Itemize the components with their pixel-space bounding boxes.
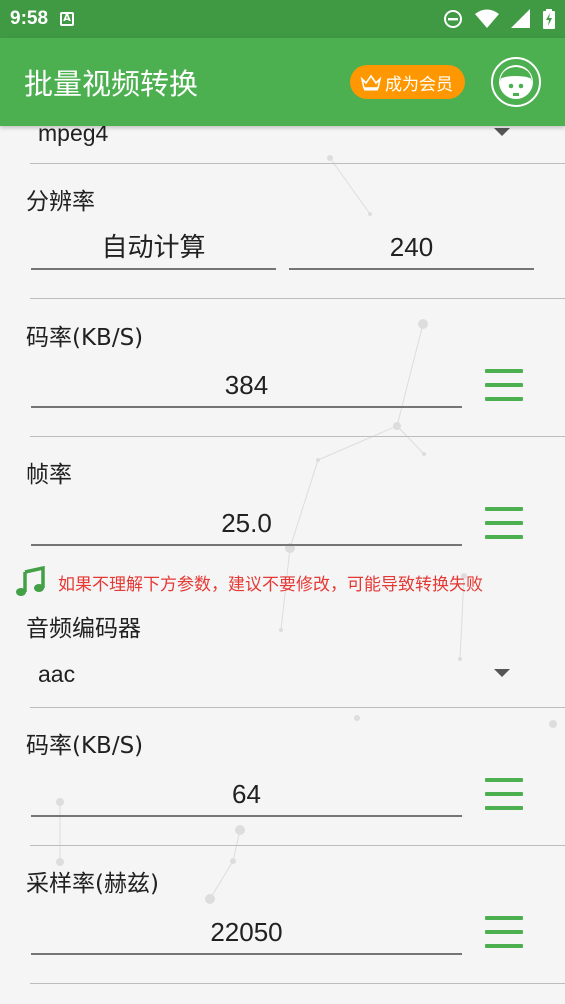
battery-charging-icon xyxy=(543,9,555,29)
video-bitrate-label: 码率(KB/S) xyxy=(26,325,144,351)
resolution-label: 分辨率 xyxy=(26,189,95,215)
warning-text: 如果不理解下方参数，建议不要修改，可能导致转换失败 xyxy=(58,574,483,595)
audio-codec-dropdown-icon[interactable] xyxy=(494,669,510,677)
audio-bitrate-label: 码率(KB/S) xyxy=(26,733,144,759)
signal-icon xyxy=(511,9,530,28)
divider xyxy=(30,436,565,437)
audio-codec-value[interactable]: aac xyxy=(38,661,75,688)
resolution-height-input[interactable]: 240 xyxy=(289,228,534,270)
resolution-width-input[interactable]: 自动计算 xyxy=(31,228,276,270)
settings-content[interactable]: mpeg4 分辨率 自动计算 240 码率(KB/S) 384 帧率 25.0 … xyxy=(0,126,565,1004)
status-time: 9:58 xyxy=(10,8,49,29)
framerate-input[interactable]: 25.0 xyxy=(31,504,462,546)
audio-codec-label: 音频编码器 xyxy=(26,616,141,642)
crown-icon xyxy=(360,74,382,91)
user-face-icon xyxy=(499,65,533,99)
samplerate-input[interactable]: 22050 xyxy=(31,913,462,955)
divider xyxy=(30,298,565,299)
video-bitrate-input[interactable]: 384 xyxy=(31,366,462,408)
wifi-icon xyxy=(475,9,499,28)
audio-bitrate-menu-icon[interactable] xyxy=(485,778,523,810)
text-notification-icon: A xyxy=(60,12,75,26)
framerate-label: 帧率 xyxy=(26,462,72,488)
become-member-button[interactable]: 成为会员 xyxy=(350,65,465,99)
framerate-menu-icon[interactable] xyxy=(485,507,523,539)
divider xyxy=(30,983,565,984)
become-member-label: 成为会员 xyxy=(385,74,453,95)
audio-bitrate-input[interactable]: 64 xyxy=(31,775,462,817)
music-note-icon xyxy=(16,566,45,596)
divider xyxy=(30,845,565,846)
page-title: 批量视频转换 xyxy=(24,67,199,101)
video-codec-value: mpeg4 xyxy=(38,126,109,146)
do-not-disturb-icon xyxy=(444,10,462,28)
divider xyxy=(30,707,565,708)
video-bitrate-menu-icon[interactable] xyxy=(485,369,523,401)
samplerate-menu-icon[interactable] xyxy=(485,916,523,948)
status-bar: 9:58 A xyxy=(0,0,565,38)
divider xyxy=(30,163,565,164)
video-codec-dropdown-icon[interactable] xyxy=(494,128,510,136)
avatar[interactable] xyxy=(491,57,541,107)
samplerate-label: 采样率(赫兹) xyxy=(26,871,159,897)
app-bar: 批量视频转换 成为会员 xyxy=(0,38,565,126)
warning-notice: 如果不理解下方参数，建议不要修改，可能导致转换失败 xyxy=(14,566,483,598)
